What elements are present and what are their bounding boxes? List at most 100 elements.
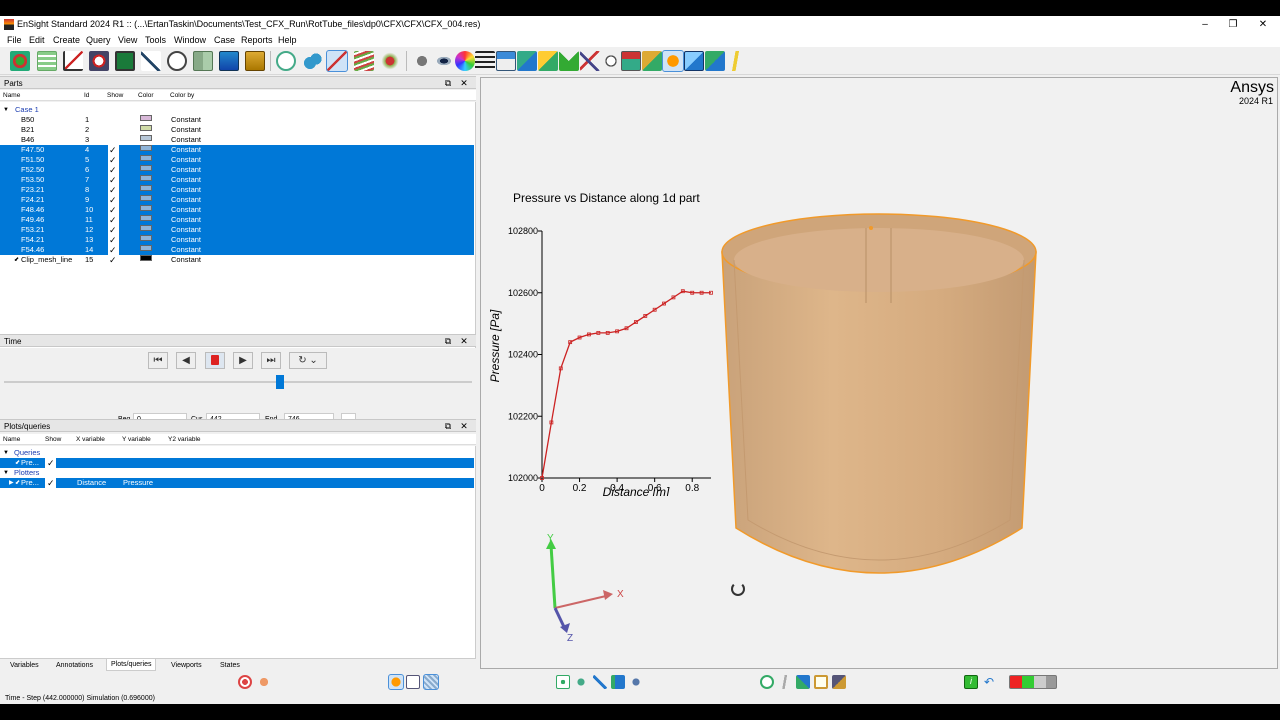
book-icon[interactable] [193,51,213,71]
plotter-icon[interactable] [63,51,83,71]
plotter-show-check[interactable]: ✓ [47,478,55,488]
window-icon[interactable] [496,51,516,71]
pan-icon[interactable] [796,675,810,689]
gear-icon[interactable] [412,51,432,71]
part-color-swatch[interactable] [140,185,152,191]
part-show-check[interactable]: ✓ [109,155,117,165]
part-color-by[interactable]: Constant [171,225,201,235]
col-name[interactable]: Name [3,92,20,99]
undock-icon[interactable]: ⧉ [443,78,453,89]
menu-case[interactable]: Case [214,35,235,45]
part-color-by[interactable]: Constant [171,125,201,135]
cube-icon[interactable] [517,51,537,71]
pressure-chart[interactable]: Pressure vs Distance along 1d part Dista… [481,186,741,496]
display-icon[interactable] [115,51,135,71]
triangle-mesh-icon[interactable] [559,51,579,71]
part-color-by[interactable]: Constant [171,205,201,215]
part-row[interactable]: F48.46 10 ✓ Constant [0,205,474,215]
shaded-view-icon[interactable] [388,674,404,690]
tab-variables[interactable]: Variables [10,662,39,669]
part-color-swatch[interactable] [140,245,152,251]
query-show-check[interactable]: ✓ [47,458,55,468]
queries-group-row[interactable]: ▼ Queries [0,448,474,458]
close-panel-icon[interactable]: ✕ [459,78,469,89]
film-icon[interactable] [219,51,239,71]
tab-plots-queries[interactable]: Plots/queries [106,659,157,671]
tab-annotations[interactable]: Annotations [56,662,93,669]
part-color-swatch[interactable] [140,255,152,261]
part-show-check[interactable]: ✓ [109,255,117,265]
clip-tool-icon[interactable] [326,50,348,72]
zoom-fit-icon[interactable] [556,675,570,689]
part-color-swatch[interactable] [140,225,152,231]
parts-tool-icon[interactable] [10,51,30,71]
palette-icon[interactable] [538,51,558,71]
undo-icon[interactable]: ↶ [982,675,996,689]
tab-viewports[interactable]: Viewports [171,662,202,669]
menu-file[interactable]: File [7,35,22,45]
zoom-icon[interactable] [611,675,625,689]
col-name[interactable]: Name [3,436,20,443]
part-row[interactable]: F53.21 12 ✓ Constant [0,225,474,235]
wireframe-view-icon[interactable] [406,675,420,689]
close-panel-icon[interactable]: ✕ [459,421,469,432]
expand-arrow-icon[interactable]: ▼ [3,468,9,478]
menu-tools[interactable]: Tools [145,35,166,45]
minimize-button[interactable]: – [1194,17,1216,32]
part-row[interactable]: F51.50 5 ✓ Constant [0,155,474,165]
part-show-check[interactable]: ✓ [109,195,117,205]
part-show-check[interactable]: ✓ [109,165,117,175]
part-row[interactable]: B50 1 Constant [0,115,474,125]
part-show-check[interactable]: ✓ [109,245,117,255]
col-color-by[interactable]: Color by [170,92,194,99]
drops-icon[interactable] [302,51,322,71]
undock-icon[interactable]: ⧉ [443,336,453,347]
close-panel-icon[interactable]: ✕ [459,336,469,347]
part-show-check[interactable]: ✓ [109,225,117,235]
col-id[interactable]: Id [84,92,89,99]
menu-help[interactable]: Help [278,35,297,45]
part-color-swatch[interactable] [140,235,152,241]
mesh-view-icon[interactable] [423,674,439,690]
part-color-by[interactable]: Constant [171,155,201,165]
part-row[interactable]: F47.50 4 ✓ Constant [0,145,474,155]
col-show[interactable]: Show [45,436,61,443]
step-forward-button[interactable]: ▶ [233,352,253,369]
collapse-arrow-icon[interactable]: ▶ [9,478,14,488]
case-row[interactable]: ▼ Case 1 [0,105,474,115]
box-icon[interactable] [684,51,704,71]
lines-icon[interactable] [475,51,495,71]
part-show-check[interactable]: ✓ [109,205,117,215]
part-row[interactable]: F49.46 11 ✓ Constant [0,215,474,225]
particle-trace-icon[interactable] [380,51,400,71]
tab-states[interactable]: States [220,662,240,669]
part-color-by[interactable]: Constant [171,235,201,245]
time-slider-track[interactable] [4,381,472,383]
translate-icon[interactable] [593,675,607,689]
view-options-icon[interactable] [832,675,846,689]
col-y2-variable[interactable]: Y2 variable [168,436,201,443]
col-x-variable[interactable]: X variable [76,436,105,443]
part-row[interactable]: F54.46 14 ✓ Constant [0,245,474,255]
part-color-swatch[interactable] [140,155,152,161]
shade-icon[interactable] [662,50,684,72]
part-row[interactable]: ⬋ Clip_mesh_line 15 ✓ Constant [0,255,474,265]
time-slider-handle[interactable] [276,375,285,389]
pick-icon[interactable] [629,675,643,689]
flash-icon[interactable] [778,675,792,689]
graphics-viewport[interactable]: Ansys 2024 R1 Pressure vs Distance along… [480,77,1278,669]
lightning-icon[interactable] [726,51,746,71]
part-color-swatch[interactable] [140,215,152,221]
menu-view[interactable]: View [118,35,137,45]
part-color-by[interactable]: Constant [171,165,201,175]
menu-window[interactable]: Window [174,35,206,45]
rotate-icon[interactable] [574,675,588,689]
part-color-swatch[interactable] [140,115,152,121]
hand-icon[interactable] [257,675,271,689]
clock-icon[interactable] [167,51,187,71]
part-row[interactable]: F24.21 9 ✓ Constant [0,195,474,205]
briefcase-icon[interactable] [245,51,265,71]
part-row[interactable]: F52.50 6 ✓ Constant [0,165,474,175]
info-icon[interactable]: i [964,675,978,689]
streamline-icon[interactable] [354,51,374,71]
